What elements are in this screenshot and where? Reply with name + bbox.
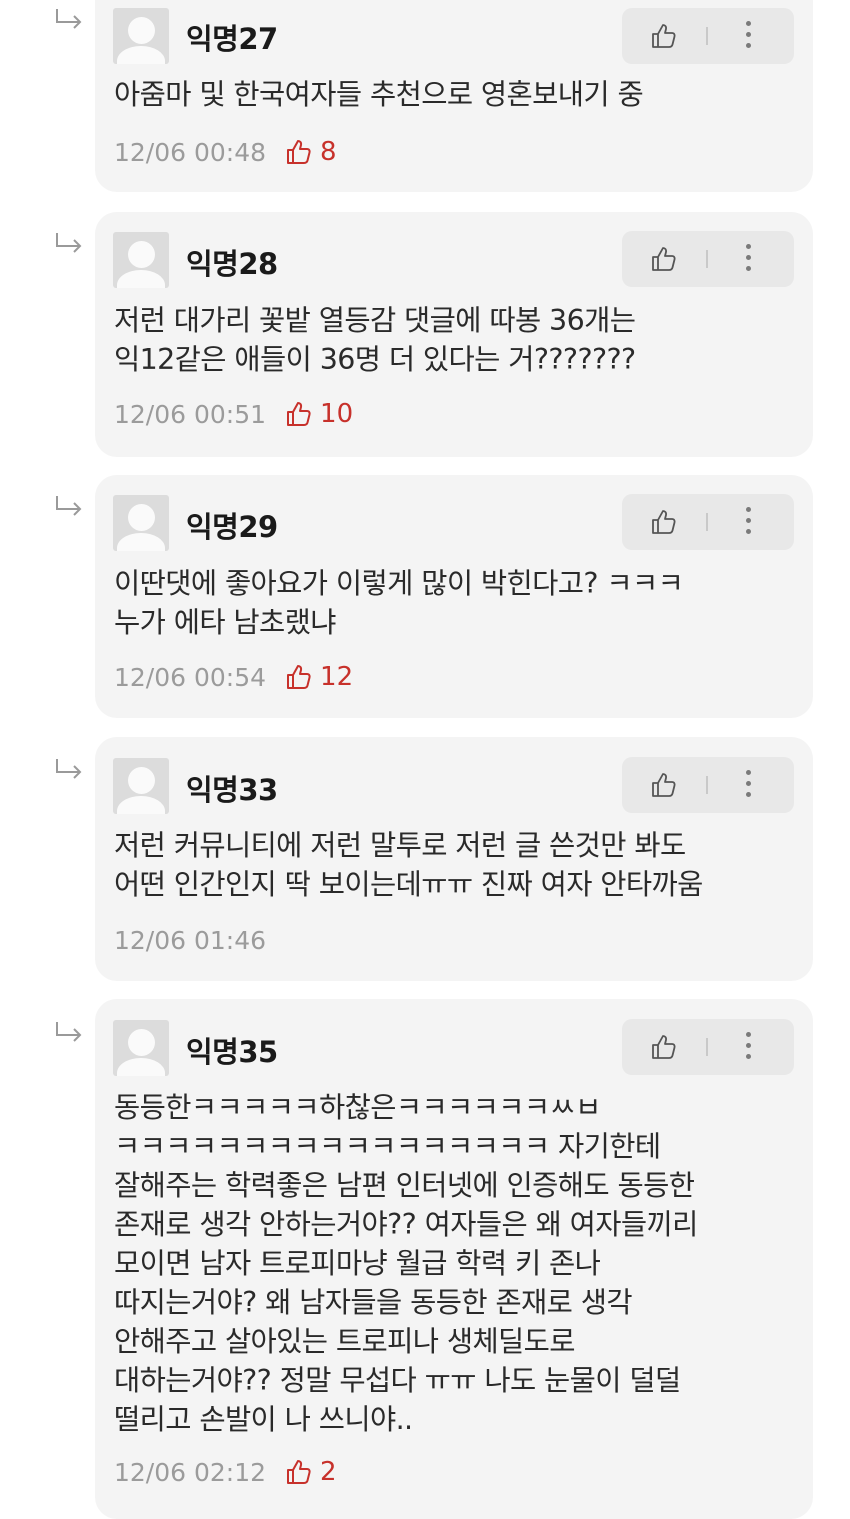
more-vertical-icon[interactable]	[743, 770, 753, 800]
comment-actions	[622, 494, 794, 550]
avatar[interactable]	[113, 495, 169, 551]
comment-timestamp: 12/06 00:54	[114, 662, 267, 692]
comment-timestamp: 12/06 00:48	[114, 137, 267, 167]
comment-meta: 12/06 01:46	[114, 923, 266, 957]
comment-author[interactable]: 익명27	[186, 16, 278, 58]
comment-author[interactable]: 익명28	[186, 241, 278, 283]
comment-timestamp: 12/06 02:12	[114, 1457, 267, 1487]
actions-divider	[706, 250, 708, 268]
comment-actions	[622, 8, 794, 64]
like-count: 10	[284, 399, 353, 429]
comment-meta: 12/06 02:12 2	[114, 1455, 337, 1489]
thumbs-up-icon	[287, 402, 311, 426]
comment-meta: 12/06 00:48 8	[114, 135, 337, 169]
comment-card: 익명33 저런 커뮤니티에 저런 말투로 저런 글 쓴것만 봐도 어떤 인간인지…	[95, 737, 813, 981]
comment-item: 익명27 아줌마 및 한국여자들 추천으로 영혼보내기 중 12/06 00:4…	[0, 0, 850, 200]
avatar[interactable]	[113, 758, 169, 814]
like-count-value: 10	[320, 399, 354, 429]
like-count-value: 8	[320, 137, 337, 167]
actions-divider	[706, 513, 708, 531]
comment-card: 익명27 아줌마 및 한국여자들 추천으로 영혼보내기 중 12/06 00:4…	[95, 0, 813, 192]
thumbs-up-icon[interactable]	[649, 22, 677, 50]
comment-meta: 12/06 00:54 12	[114, 660, 353, 694]
like-count: 2	[284, 1457, 337, 1487]
comment-timestamp: 12/06 01:46	[114, 925, 267, 955]
comment-card: 익명35 동등한ㅋㅋㅋㅋㅋ하찮은ㅋㅋㅋㅋㅋㅋㅆㅂ ㅋㅋㅋㅋㅋㅋㅋㅋㅋㅋㅋㅋㅋㅋㅋ…	[95, 999, 813, 1519]
actions-divider	[706, 27, 708, 45]
comment-meta: 12/06 00:51 10	[114, 397, 353, 431]
comment-author[interactable]: 익명33	[186, 767, 278, 809]
like-count: 12	[284, 662, 353, 692]
comment-actions	[622, 757, 794, 813]
more-vertical-icon[interactable]	[743, 1032, 753, 1062]
thumbs-up-icon	[287, 140, 311, 164]
like-count: 8	[284, 137, 337, 167]
more-vertical-icon[interactable]	[743, 21, 753, 51]
reply-arrow-icon	[56, 496, 82, 516]
reply-arrow-icon	[56, 233, 82, 253]
comment-author[interactable]: 익명35	[186, 1029, 278, 1071]
comment-text: 저런 대가리 꽃밭 열등감 댓글에 따봉 36개는 익12같은 애들이 36명 …	[114, 304, 636, 376]
like-count-value: 12	[320, 662, 354, 692]
comment-text: 아줌마 및 한국여자들 추천으로 영혼보내기 중	[114, 78, 644, 111]
comment-item: 익명28 저런 대가리 꽃밭 열등감 댓글에 따봉 36개는 익12같은 애들이…	[0, 212, 850, 457]
thumbs-up-icon[interactable]	[649, 771, 677, 799]
reply-arrow-icon	[56, 1022, 82, 1042]
thumbs-up-icon[interactable]	[649, 245, 677, 273]
comment-item: 익명29 이딴댓에 좋아요가 이렇게 많이 박힌다고? ㅋㅋㅋ 누가 에타 남초…	[0, 475, 850, 720]
comment-text: 동등한ㅋㅋㅋㅋㅋ하찮은ㅋㅋㅋㅋㅋㅋㅆㅂ ㅋㅋㅋㅋㅋㅋㅋㅋㅋㅋㅋㅋㅋㅋㅋㅋㅋ 자기…	[114, 1091, 698, 1436]
avatar[interactable]	[113, 232, 169, 288]
comment-card: 익명28 저런 대가리 꽃밭 열등감 댓글에 따봉 36개는 익12같은 애들이…	[95, 212, 813, 457]
comment-timestamp: 12/06 00:51	[114, 399, 267, 429]
comment-text: 저런 커뮤니티에 저런 말투로 저런 글 쓴것만 봐도 어떤 인간인지 딱 보이…	[114, 829, 703, 901]
comment-text: 이딴댓에 좋아요가 이렇게 많이 박힌다고? ㅋㅋㅋ 누가 에타 남초랬냐	[114, 567, 684, 639]
thumbs-up-icon	[287, 1460, 311, 1484]
avatar[interactable]	[113, 8, 169, 64]
comment-item: 익명33 저런 커뮤니티에 저런 말투로 저런 글 쓴것만 봐도 어떤 인간인지…	[0, 737, 850, 982]
actions-divider	[706, 776, 708, 794]
actions-divider	[706, 1038, 708, 1056]
comment-item: 익명35 동등한ㅋㅋㅋㅋㅋ하찮은ㅋㅋㅋㅋㅋㅋㅆㅂ ㅋㅋㅋㅋㅋㅋㅋㅋㅋㅋㅋㅋㅋㅋㅋ…	[0, 999, 850, 1519]
reply-arrow-icon	[56, 759, 82, 779]
avatar[interactable]	[113, 1020, 169, 1076]
thumbs-up-icon	[287, 665, 311, 689]
comment-author[interactable]: 익명29	[186, 504, 278, 546]
more-vertical-icon[interactable]	[743, 507, 753, 537]
comment-actions	[622, 1019, 794, 1075]
comment-card: 익명29 이딴댓에 좋아요가 이렇게 많이 박힌다고? ㅋㅋㅋ 누가 에타 남초…	[95, 475, 813, 718]
comment-actions	[622, 231, 794, 287]
reply-arrow-icon	[56, 9, 82, 29]
thumbs-up-icon[interactable]	[649, 1033, 677, 1061]
more-vertical-icon[interactable]	[743, 244, 753, 274]
like-count-value: 2	[320, 1457, 337, 1487]
thumbs-up-icon[interactable]	[649, 508, 677, 536]
